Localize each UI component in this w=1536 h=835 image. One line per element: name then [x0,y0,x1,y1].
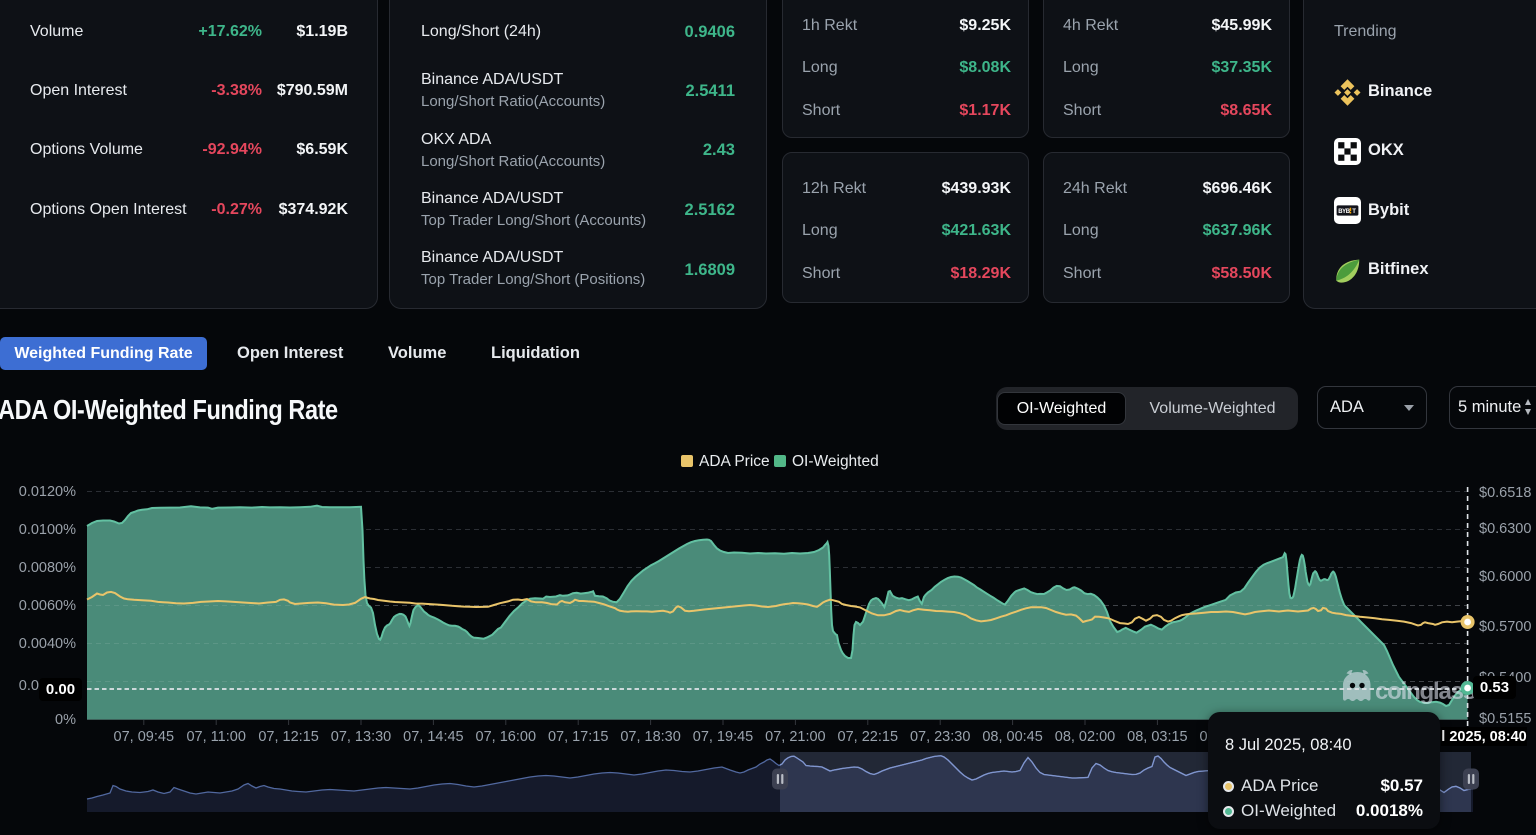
svg-text:coinglass: coinglass [1375,678,1476,705]
